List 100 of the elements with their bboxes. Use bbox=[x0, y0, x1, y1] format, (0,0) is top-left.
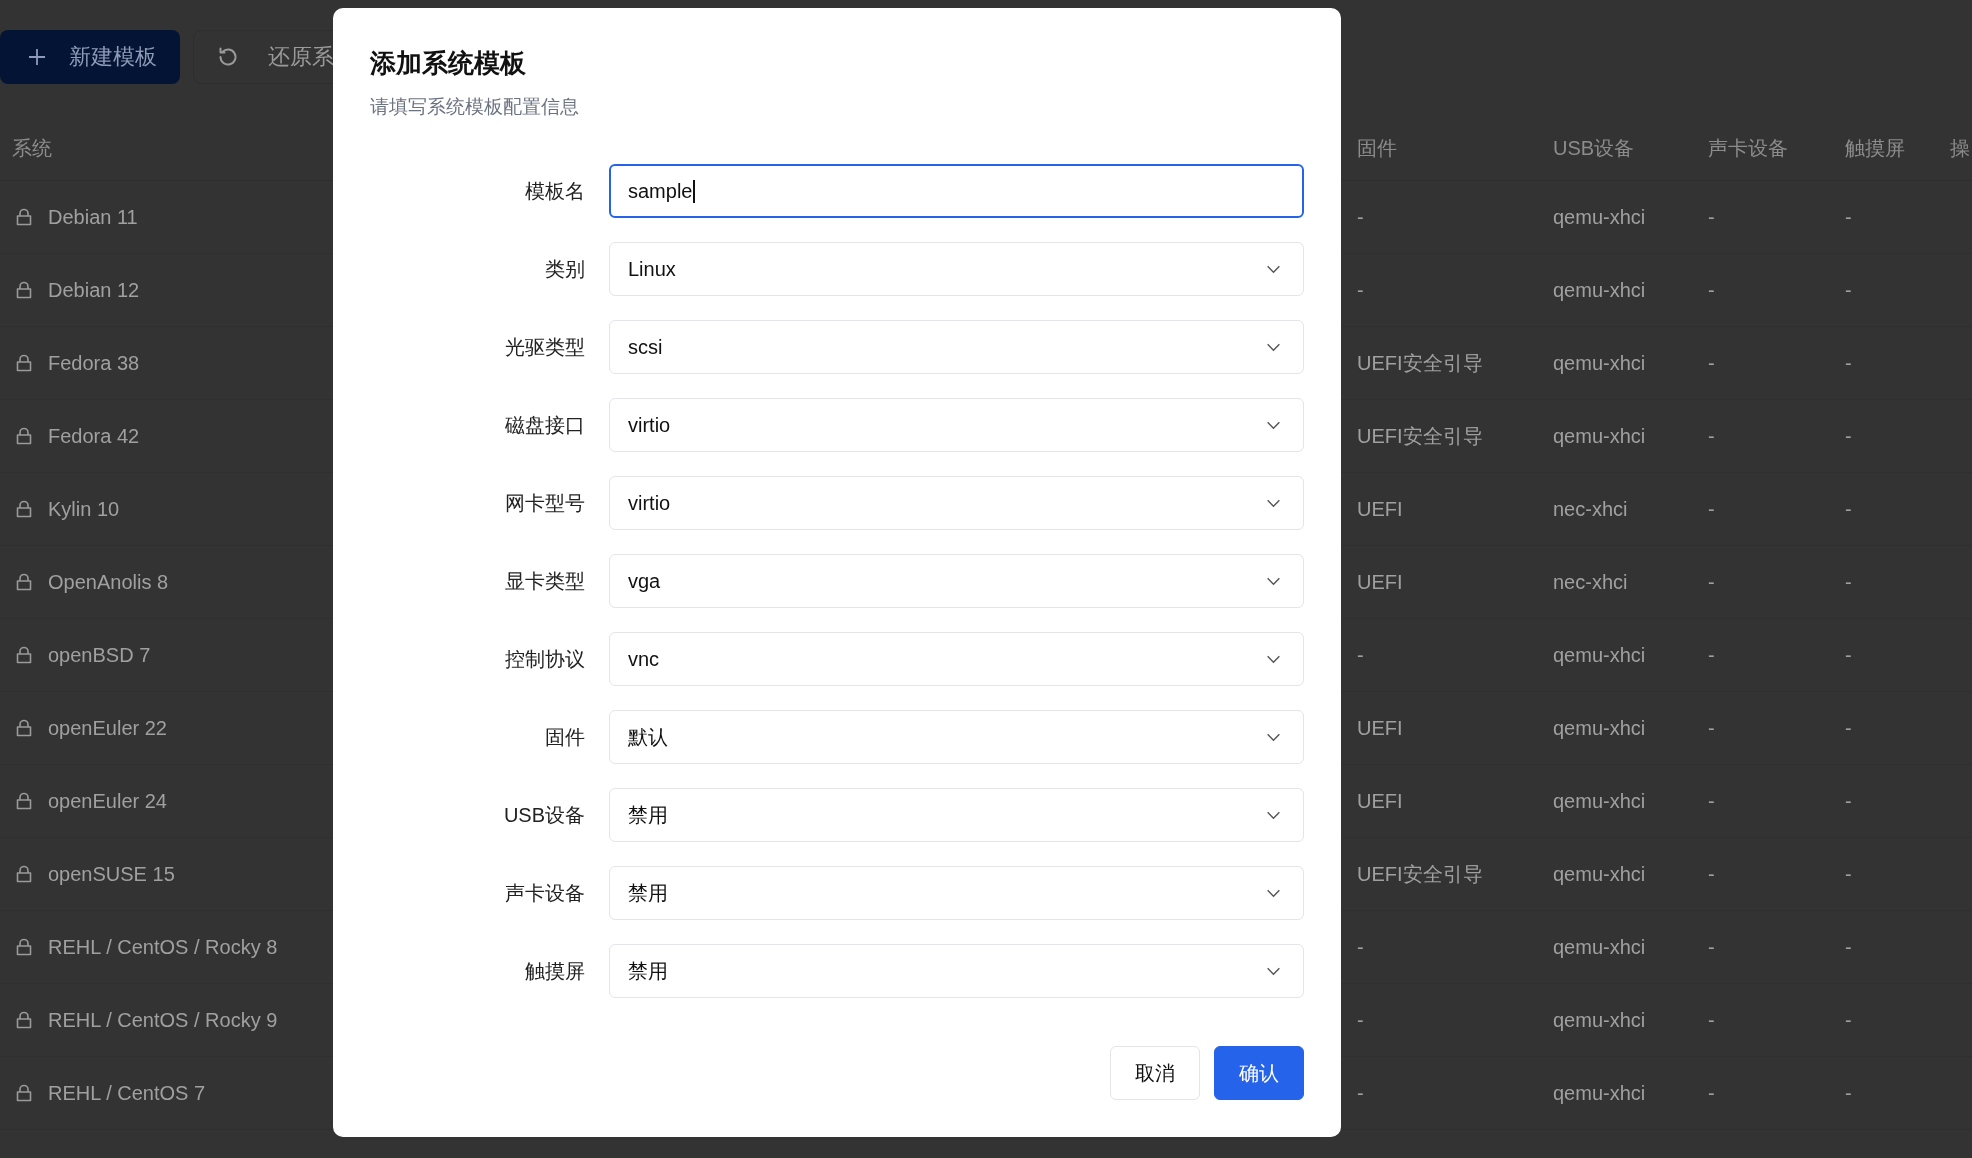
table-cell: - bbox=[1708, 1081, 1715, 1105]
lock-icon bbox=[14, 280, 34, 300]
chevron-down-icon bbox=[1266, 810, 1281, 820]
table-cell-text: UEFI安全引导 bbox=[1357, 861, 1483, 887]
table-cell: UEFI bbox=[1357, 789, 1403, 813]
table-cell: qemu-xhci bbox=[1553, 1081, 1646, 1105]
lock-icon bbox=[14, 1083, 34, 1103]
chevron-down-icon bbox=[1266, 498, 1281, 508]
table-cell: - bbox=[1708, 351, 1715, 375]
column-header: 触摸屏 bbox=[1844, 136, 1905, 161]
lock-icon bbox=[14, 499, 34, 519]
table-cell: openBSD 7 bbox=[48, 643, 151, 667]
table-cell: qemu-xhci bbox=[1553, 205, 1646, 229]
lock-icon bbox=[14, 645, 34, 665]
lock-icon bbox=[14, 718, 34, 738]
table-cell: - bbox=[1357, 205, 1364, 229]
table-cell: qemu-xhci bbox=[1553, 643, 1646, 667]
chevron-down-icon bbox=[1266, 888, 1281, 898]
select-field[interactable]: Linux bbox=[609, 242, 1304, 296]
table-cell: - bbox=[1357, 1081, 1364, 1105]
lock-icon bbox=[14, 353, 34, 373]
table-cell: - bbox=[1845, 1008, 1852, 1032]
field-label: 磁盘接口 bbox=[504, 412, 585, 438]
table-cell: qemu-xhci bbox=[1553, 935, 1646, 959]
select-field[interactable]: virtio bbox=[609, 476, 1304, 530]
field-label: 网卡型号 bbox=[504, 490, 585, 516]
table-cell: Debian 12 bbox=[48, 278, 140, 302]
table-cell: - bbox=[1845, 716, 1852, 740]
field-label: 光驱类型 bbox=[504, 334, 585, 360]
field-label: 模板名 bbox=[524, 178, 585, 204]
lock-icon bbox=[14, 937, 34, 957]
table-cell: - bbox=[1845, 789, 1852, 813]
table-cell: qemu-xhci bbox=[1553, 1008, 1646, 1032]
table-cell: - bbox=[1708, 205, 1715, 229]
table-cell: qemu-xhci bbox=[1553, 789, 1646, 813]
table-cell: qemu-xhci bbox=[1553, 716, 1646, 740]
table-cell: - bbox=[1708, 862, 1715, 886]
dialog-subtitle: 请填写系统模板配置信息 bbox=[370, 95, 580, 119]
table-cell: openEuler 22 bbox=[48, 716, 167, 740]
cancel-button[interactable]: 取消 bbox=[1110, 1046, 1200, 1100]
table-cell: Fedora 38 bbox=[48, 351, 140, 375]
column-header: USB设备 bbox=[1552, 136, 1635, 161]
table-cell: - bbox=[1357, 935, 1364, 959]
column-header: 固件 bbox=[1356, 136, 1397, 161]
select-field[interactable]: 禁用 bbox=[609, 788, 1304, 842]
select-field[interactable]: vnc bbox=[609, 632, 1304, 686]
column-header: 操 bbox=[1949, 136, 1970, 161]
table-cell: - bbox=[1708, 497, 1715, 521]
table-cell: REHL / CentOS / Rocky 8 bbox=[48, 935, 278, 959]
table-cell: - bbox=[1357, 643, 1364, 667]
table-cell: qemu-xhci bbox=[1553, 424, 1646, 448]
table-cell: qemu-xhci bbox=[1553, 862, 1646, 886]
chevron-down-icon bbox=[1266, 654, 1281, 664]
table-cell: - bbox=[1845, 643, 1852, 667]
lock-icon bbox=[14, 1010, 34, 1030]
table-cell: - bbox=[1708, 570, 1715, 594]
table-cell: Fedora 42 bbox=[48, 424, 140, 448]
table-cell-text: UEFI安全引导 bbox=[1357, 423, 1483, 449]
table-cell: - bbox=[1845, 278, 1852, 302]
chevron-down-icon bbox=[1266, 264, 1281, 274]
table-cell: - bbox=[1708, 789, 1715, 813]
chevron-down-icon bbox=[1266, 420, 1281, 430]
table-cell: - bbox=[1708, 716, 1715, 740]
table-cell: UEFI bbox=[1357, 570, 1403, 594]
confirm-button[interactable]: 确认 bbox=[1214, 1046, 1304, 1100]
table-cell: - bbox=[1845, 1081, 1852, 1105]
table-cell: - bbox=[1845, 935, 1852, 959]
field-label: 显卡类型 bbox=[504, 568, 585, 594]
table-cell: Debian 11 bbox=[48, 205, 138, 229]
select-field[interactable]: vga bbox=[609, 554, 1304, 608]
table-cell: REHL / CentOS 7 bbox=[48, 1081, 206, 1105]
table-cell: openEuler 24 bbox=[48, 789, 167, 813]
select-field[interactable]: virtio bbox=[609, 398, 1304, 452]
field-label: 触摸屏 bbox=[524, 958, 585, 984]
table-cell: UEFI bbox=[1357, 497, 1403, 521]
table-cell: nec-xhci bbox=[1553, 570, 1628, 594]
select-field[interactable]: 禁用 bbox=[609, 866, 1304, 920]
table-cell: UEFI bbox=[1357, 716, 1403, 740]
select-field[interactable]: scsi bbox=[609, 320, 1304, 374]
field-label: 类别 bbox=[544, 256, 585, 282]
column-header: 声卡设备 bbox=[1707, 136, 1788, 161]
table-cell: - bbox=[1708, 424, 1715, 448]
plus-icon bbox=[27, 47, 47, 67]
table-cell-text: UEFI安全引导 bbox=[1357, 350, 1483, 376]
new-template-button[interactable]: 新建模板 bbox=[0, 30, 180, 84]
input-field[interactable]: sample bbox=[609, 164, 1304, 218]
table-cell: - bbox=[1708, 643, 1715, 667]
table-cell: - bbox=[1845, 351, 1852, 375]
field-label: 控制协议 bbox=[504, 646, 585, 672]
chevron-down-icon bbox=[1266, 732, 1281, 742]
column-header: 系统 bbox=[11, 136, 52, 161]
table-cell: REHL / CentOS / Rocky 9 bbox=[48, 1008, 278, 1032]
select-field[interactable]: 默认 bbox=[609, 710, 1304, 764]
field-label: 固件 bbox=[544, 724, 585, 750]
table-cell: - bbox=[1708, 278, 1715, 302]
table-cell: OpenAnolis 8 bbox=[48, 570, 169, 594]
table-cell: qemu-xhci bbox=[1553, 351, 1646, 375]
table-cell: nec-xhci bbox=[1553, 497, 1628, 521]
select-field[interactable]: 禁用 bbox=[609, 944, 1304, 998]
lock-icon bbox=[14, 791, 34, 811]
